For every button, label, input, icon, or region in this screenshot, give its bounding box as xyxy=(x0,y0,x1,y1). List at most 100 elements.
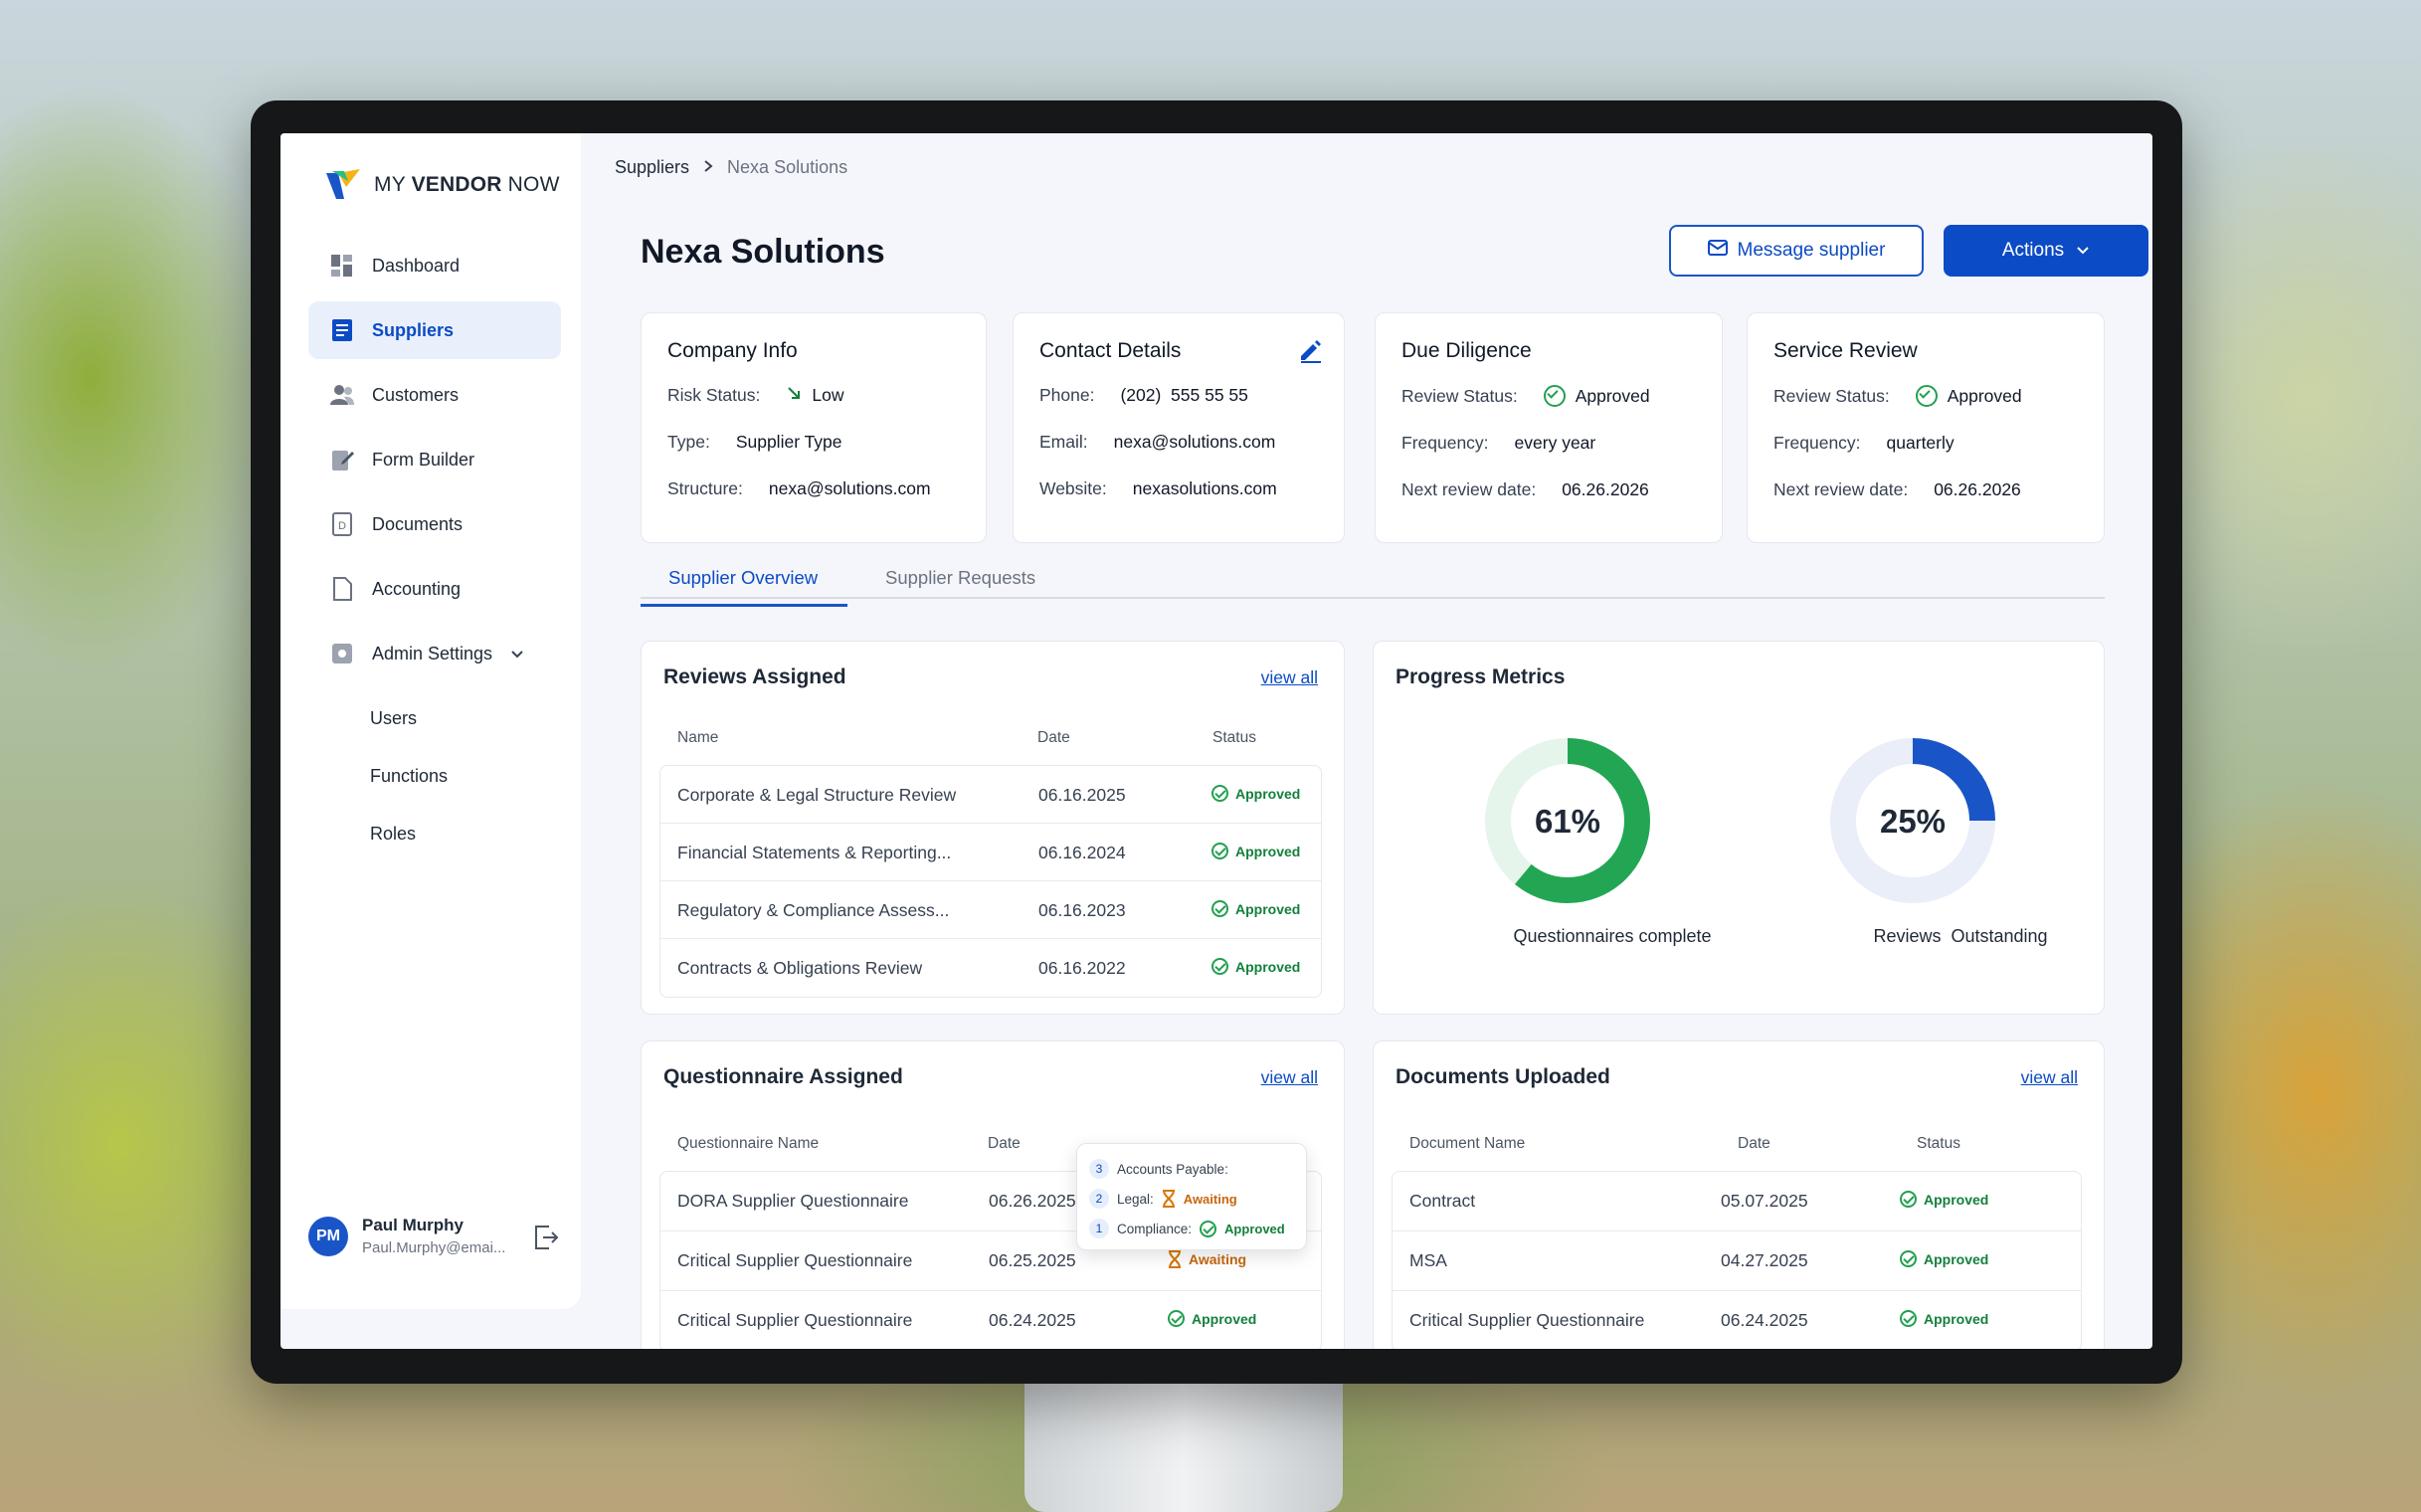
sidebar-item-documents[interactable]: D Documents xyxy=(308,495,561,553)
actions-button[interactable]: Actions xyxy=(1944,225,2148,277)
next-review-value: 06.26.2026 xyxy=(1934,479,2021,499)
review-status-label: Review Status: xyxy=(1773,385,1890,406)
website-value[interactable]: nexasolutions.com xyxy=(1133,478,1277,499)
type-label: Type: xyxy=(667,432,710,452)
phone-label: Phone: xyxy=(1039,385,1095,405)
next-review-label: Next review date: xyxy=(1773,479,1909,499)
donut-caption: Questionnaires complete xyxy=(1513,926,1712,946)
sidebar: MY VENDOR NOW Dashboard Suppliers Custom… xyxy=(280,133,581,1309)
frequency-label: Frequency: xyxy=(1401,433,1489,453)
table-row[interactable]: Contract 05.07.2025 Approved xyxy=(1393,1172,2081,1231)
user-profile[interactable]: PM Paul Murphy Paul.Murphy@emai... xyxy=(308,1216,567,1256)
questionnaire-name: Critical Supplier Questionnaire xyxy=(677,1250,913,1270)
page-title: Nexa Solutions xyxy=(641,233,885,271)
sidebar-item-form-builder[interactable]: Form Builder xyxy=(308,431,561,488)
document-name: MSA xyxy=(1409,1250,1447,1270)
email-value[interactable]: nexa@solutions.com xyxy=(1114,432,1276,453)
monitor-stand xyxy=(1024,1363,1343,1512)
sidebar-item-label: Suppliers xyxy=(372,319,455,340)
logo[interactable]: MY VENDOR NOW xyxy=(324,167,560,203)
check-circle-icon xyxy=(1543,385,1566,407)
table-row[interactable]: Critical Supplier Questionnaire 06.24.20… xyxy=(660,1291,1321,1349)
tab-supplier-overview[interactable]: Supplier Overview xyxy=(640,567,848,607)
review-status-value: Approved xyxy=(1947,385,2022,406)
svg-text:D: D xyxy=(338,520,346,532)
company-info-card: Company Info Risk Status: Low Type: Suppl… xyxy=(641,312,987,543)
status-badge: Approved xyxy=(1211,785,1300,802)
logout-icon[interactable] xyxy=(533,1224,559,1251)
review-name: Regulatory & Compliance Assess... xyxy=(677,900,950,920)
message-supplier-label: Message supplier xyxy=(1737,240,1886,261)
frequency-value: every year xyxy=(1514,433,1596,453)
structure-label: Structure: xyxy=(667,478,743,498)
sidebar-item-accounting[interactable]: Accounting xyxy=(308,560,561,618)
status-badge: Approved xyxy=(1211,900,1300,917)
table-row[interactable]: Regulatory & Compliance Assess... 06.16.… xyxy=(660,881,1321,939)
check-circle-icon xyxy=(1900,1191,1917,1208)
type-value: Supplier Type xyxy=(735,432,842,452)
file-icon xyxy=(330,577,354,601)
check-circle-icon xyxy=(1211,785,1228,802)
breadcrumb-root[interactable]: Suppliers xyxy=(615,157,689,178)
email-label: Email: xyxy=(1039,432,1088,452)
review-date: 06.16.2024 xyxy=(1038,843,1126,862)
user-name: Paul Murphy xyxy=(362,1216,465,1234)
next-review-label: Next review date: xyxy=(1401,479,1537,499)
table-row[interactable]: Corporate & Legal Structure Review 06.16… xyxy=(660,766,1321,824)
hourglass-icon xyxy=(1162,1190,1176,1208)
table-row[interactable]: MSA 04.27.2025 Approved xyxy=(1393,1231,2081,1291)
questionnaire-view-all-link[interactable]: view all xyxy=(1261,1067,1318,1088)
column-header-name: Document Name xyxy=(1409,1135,1526,1152)
next-review-value: 06.26.2026 xyxy=(1562,479,1649,499)
status-badge: Approved xyxy=(1168,1310,1256,1327)
step-label: Accounts Payable: xyxy=(1117,1161,1228,1177)
chevron-down-icon xyxy=(510,644,524,664)
check-circle-icon xyxy=(1211,958,1228,975)
sidebar-item-admin-settings[interactable]: Admin Settings xyxy=(308,625,561,682)
questionnaire-date: 06.24.2025 xyxy=(989,1310,1076,1330)
status-text: Approved xyxy=(1192,1310,1257,1327)
app-screen: MY VENDOR NOW Dashboard Suppliers Custom… xyxy=(280,133,2152,1349)
status-text: Awaiting xyxy=(1189,1251,1247,1267)
review-name: Financial Statements & Reporting... xyxy=(677,843,952,862)
status-text: Approved xyxy=(1235,785,1301,802)
sidebar-subitem-roles[interactable]: Roles xyxy=(308,805,561,862)
table-row[interactable]: Critical Supplier Questionnaire 06.24.20… xyxy=(1393,1291,2081,1349)
reviews-view-all-link[interactable]: view all xyxy=(1261,667,1318,688)
status-text: Approved xyxy=(1235,958,1301,975)
table-row[interactable]: Contracts & Obligations Review 06.16.202… xyxy=(660,939,1321,997)
sidebar-item-dashboard[interactable]: Dashboard xyxy=(308,237,561,294)
message-supplier-button[interactable]: Message supplier xyxy=(1669,225,1924,277)
documents-view-all-link[interactable]: view all xyxy=(2021,1067,2078,1088)
sidebar-subitem-functions[interactable]: Functions xyxy=(308,747,561,805)
grid-icon xyxy=(330,254,354,278)
sidebar-item-label: Admin Settings xyxy=(372,643,493,663)
status-badge: Approved xyxy=(1211,843,1300,859)
sidebar-item-suppliers[interactable]: Suppliers xyxy=(308,301,561,359)
tab-bar: Supplier Overview Supplier Requests xyxy=(640,555,2105,607)
document-date: 04.27.2025 xyxy=(1721,1250,1808,1270)
tooltip-row: 3 Accounts Payable: xyxy=(1089,1154,1294,1184)
table-row[interactable]: Financial Statements & Reporting... 06.1… xyxy=(660,824,1321,881)
edit-icon[interactable] xyxy=(1298,339,1322,368)
due-diligence-card: Due Diligence Review Status: Approved Fr… xyxy=(1375,312,1723,543)
check-circle-icon xyxy=(1200,1220,1217,1237)
website-label: Website: xyxy=(1039,478,1107,498)
progress-metrics-panel: Progress Metrics 61% 25% Questionnaires c… xyxy=(1373,641,2105,1015)
sidebar-subitem-users[interactable]: Users xyxy=(308,689,561,747)
card-title: Due Diligence xyxy=(1401,339,1532,362)
review-date: 06.16.2025 xyxy=(1038,785,1126,805)
card-title: Service Review xyxy=(1773,339,1918,362)
sidebar-item-customers[interactable]: Customers xyxy=(308,366,561,424)
logo-prefix: MY xyxy=(374,173,406,196)
chevron-right-icon xyxy=(703,157,713,178)
tab-supplier-requests[interactable]: Supplier Requests xyxy=(885,567,1035,589)
breadcrumb: Suppliers Nexa Solutions xyxy=(615,157,847,178)
check-circle-icon xyxy=(1900,1250,1917,1267)
check-circle-icon xyxy=(1900,1310,1917,1327)
frequency-value: quarterly xyxy=(1886,433,1955,453)
risk-label: Risk Status: xyxy=(667,385,761,405)
status-text: Approved xyxy=(1235,843,1301,859)
main-content: Suppliers Nexa Solutions Nexa Solutions … xyxy=(581,133,2152,1349)
panel-title: Questionnaire Assigned xyxy=(663,1065,903,1088)
